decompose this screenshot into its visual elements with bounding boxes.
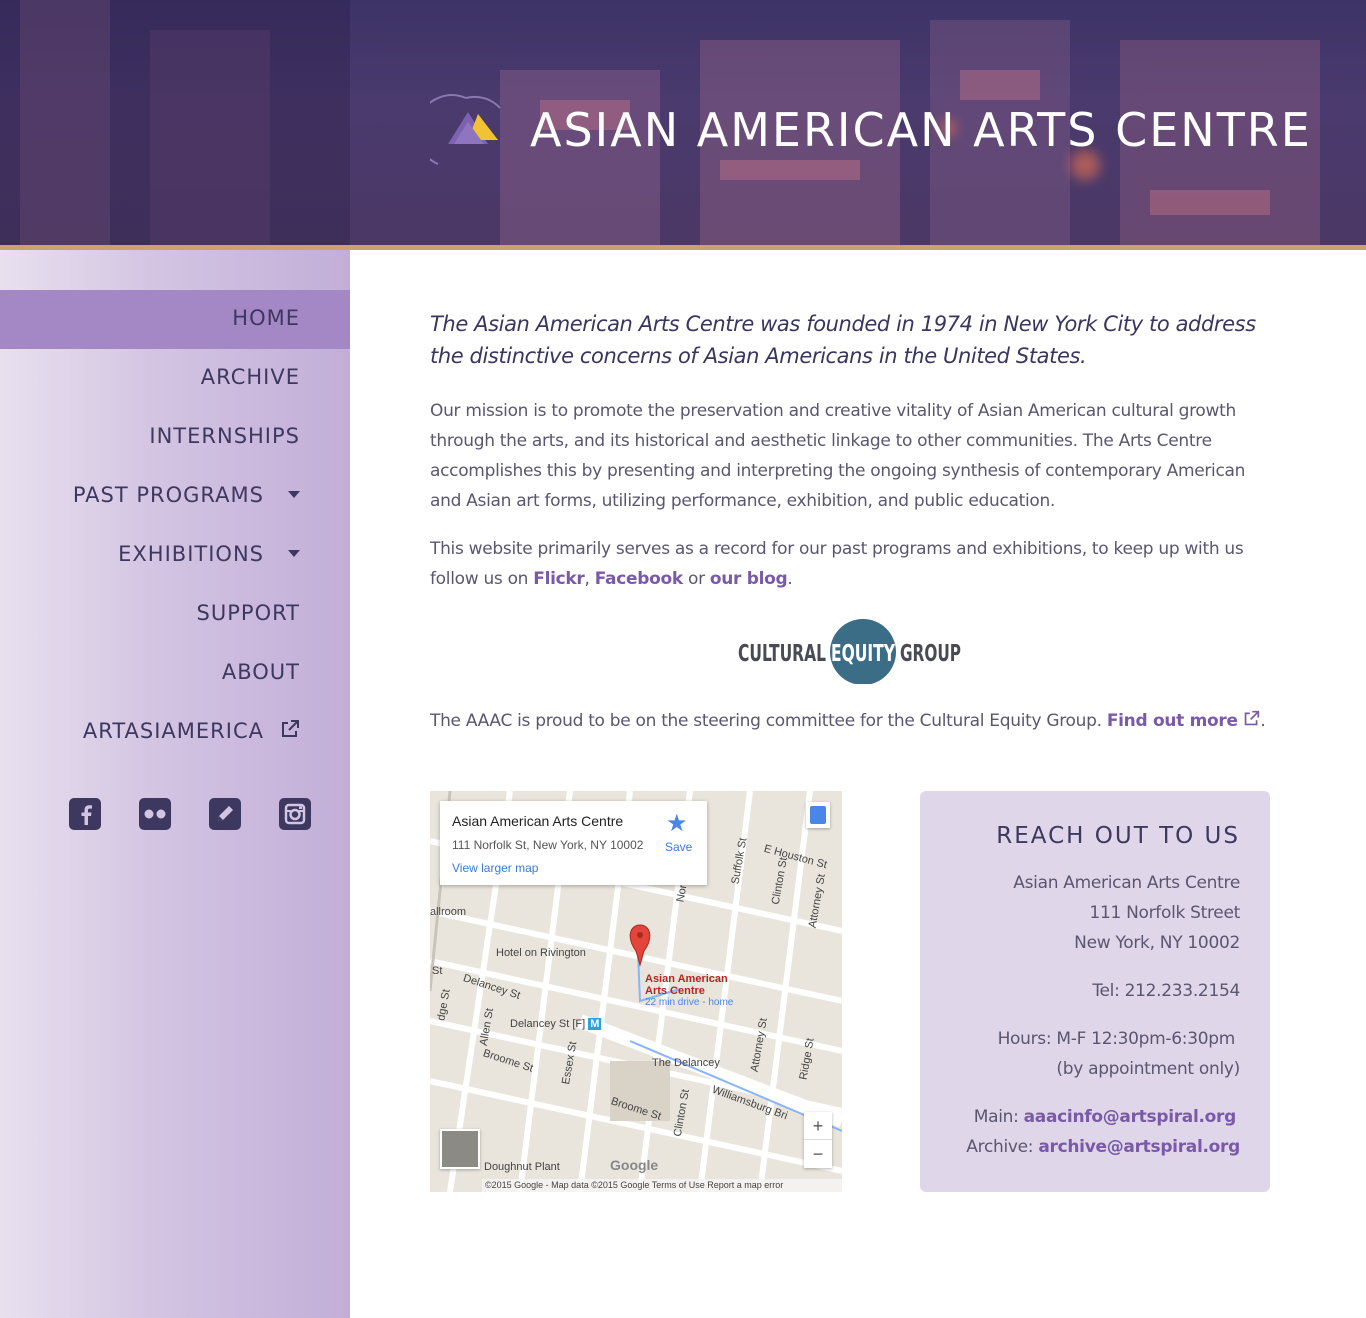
nav-item-support[interactable]: SUPPORT (0, 585, 350, 644)
contact-city: New York, NY 10002 (1074, 933, 1240, 953)
map-label: The Delancey (652, 1057, 720, 1069)
instagram-icon[interactable] (279, 798, 311, 830)
caret-down-icon[interactable] (288, 549, 300, 557)
view-larger-map-link[interactable]: View larger map (452, 861, 538, 875)
external-link-icon (1245, 710, 1260, 726)
cultural-equity-group-logo[interactable]: CULTURAL EQUITY GROUP (738, 618, 962, 684)
zoom-out-button[interactable]: − (804, 1140, 832, 1168)
caret-down-icon[interactable] (288, 490, 300, 498)
intro-lead: The Asian American Arts Centre was found… (430, 312, 1256, 368)
facebook-icon[interactable] (69, 798, 101, 830)
ceg-middle-text: EQUITY (831, 641, 896, 667)
flickr-icon[interactable] (139, 798, 171, 830)
map-label: allroom (430, 906, 467, 918)
zoom-in-button[interactable]: + (804, 1112, 832, 1140)
save-link[interactable]: Save (665, 840, 692, 854)
flickr-link[interactable]: Flickr (533, 569, 585, 589)
follow-text: . (787, 569, 793, 589)
subway-station-label: Delancey St [F] (510, 1018, 586, 1030)
pin-label-line: Asian American (645, 973, 728, 985)
contact-box: REACH OUT TO US Asian American Arts Cent… (920, 791, 1270, 1192)
ceg-text: . (1260, 711, 1266, 731)
nav-item-about[interactable]: ABOUT (0, 644, 350, 703)
metro-icon: M (588, 1018, 602, 1030)
nav-label: INTERNSHIPS (149, 424, 300, 448)
follow-text: , (584, 569, 595, 589)
main-email-link[interactable]: aaacinfo@artspiral.org (1024, 1107, 1237, 1127)
ceg-text: The AAAC is proud to be on the steering … (430, 711, 1107, 731)
map-label: St (432, 965, 443, 977)
contact-main-email-line: Main: aaacinfo@artspiral.org (973, 1107, 1237, 1127)
blog-link[interactable]: our blog (710, 569, 788, 589)
social-links (69, 798, 311, 830)
main-email-label: Main: (973, 1107, 1024, 1127)
follow-text: or (682, 569, 710, 589)
contact-name: Asian American Arts Centre (1013, 873, 1240, 893)
archive-email-link[interactable]: archive@artspiral.org (1038, 1137, 1240, 1157)
main-nav: HOME ARCHIVE INTERNSHIPS PAST PROGRAMS E… (0, 290, 350, 762)
map-footer[interactable]: ©2015 Google - Map data ©2015 Google Ter… (482, 1179, 842, 1192)
sidebar: HOME ARCHIVE INTERNSHIPS PAST PROGRAMS E… (0, 250, 350, 1318)
contact-archive-email-line: Archive: archive@artspiral.org (966, 1137, 1240, 1157)
contact-hours-note: (by appointment only) (1056, 1059, 1240, 1079)
site-title[interactable]: ASIAN AMERICAN ARTS CENTRE (530, 103, 1312, 157)
google-logo: Google (610, 1157, 659, 1173)
nav-label: HOME (232, 306, 300, 330)
star-icon[interactable]: ★ (666, 809, 688, 838)
archive-email-label: Archive: (966, 1137, 1039, 1157)
nav-item-exhibitions[interactable]: EXHIBITIONS (0, 526, 350, 585)
nav-label: ARCHIVE (200, 365, 300, 389)
facebook-link[interactable]: Facebook (595, 569, 683, 589)
nav-label: SUPPORT (196, 601, 300, 625)
find-out-more-link[interactable]: Find out more (1106, 710, 1261, 731)
nav-item-archive[interactable]: ARCHIVE (0, 349, 350, 408)
nav-item-home[interactable]: HOME (0, 290, 350, 349)
triangle-logo-icon[interactable] (430, 94, 510, 170)
subway-station[interactable]: Delancey St [F] M (510, 1018, 602, 1030)
nav-label: ARTASIAMERICA (82, 719, 264, 743)
map-pin-label: Asian American Arts Centre (645, 973, 728, 997)
contact-heading: REACH OUT TO US (996, 823, 1240, 849)
nav-label: EXHIBITIONS (118, 542, 264, 566)
place-address: 111 Norfolk St, New York, NY 10002 (452, 838, 644, 852)
map-label: Doughnut Plant (484, 1161, 560, 1173)
nav-item-artasiamerica[interactable]: ARTASIAMERICA (0, 703, 350, 762)
contact-street: 111 Norfolk Street (1089, 903, 1240, 923)
mission-paragraph: Our mission is to promote the preservati… (430, 401, 1246, 511)
contact-hours: Hours: M-F 12:30pm-6:30pm (997, 1029, 1236, 1049)
find-out-more-label: Find out more (1106, 711, 1238, 731)
zoom-control: + − (804, 1112, 832, 1168)
blog-pencil-icon[interactable] (209, 798, 241, 830)
nav-item-internships[interactable]: INTERNSHIPS (0, 408, 350, 467)
map-label: Hotel on Rivington (496, 947, 586, 959)
contact-tel: Tel: 212.233.2154 (1092, 981, 1240, 1001)
site-header: ASIAN AMERICAN ARTS CENTRE (0, 0, 1366, 250)
pegman-icon[interactable] (806, 802, 830, 828)
ceg-paragraph: The AAAC is proud to be on the steering … (430, 706, 1270, 736)
ceg-right-text: GROUP (900, 641, 961, 667)
pin-label-line: Arts Centre (645, 985, 705, 997)
nav-label: PAST PROGRAMS (72, 483, 264, 507)
nav-label: ABOUT (221, 660, 300, 684)
external-link-icon (282, 720, 299, 737)
map-place-card: Asian American Arts Centre 111 Norfolk S… (440, 801, 707, 885)
nav-item-past-programs[interactable]: PAST PROGRAMS (0, 467, 350, 526)
place-title: Asian American Arts Centre (452, 813, 624, 829)
drive-time[interactable]: 22 min drive - home (645, 997, 733, 1008)
ceg-left-text: CULTURAL (738, 641, 826, 667)
follow-paragraph: This website primarily serves as a recor… (430, 534, 1270, 594)
satellite-toggle[interactable] (440, 1129, 480, 1169)
